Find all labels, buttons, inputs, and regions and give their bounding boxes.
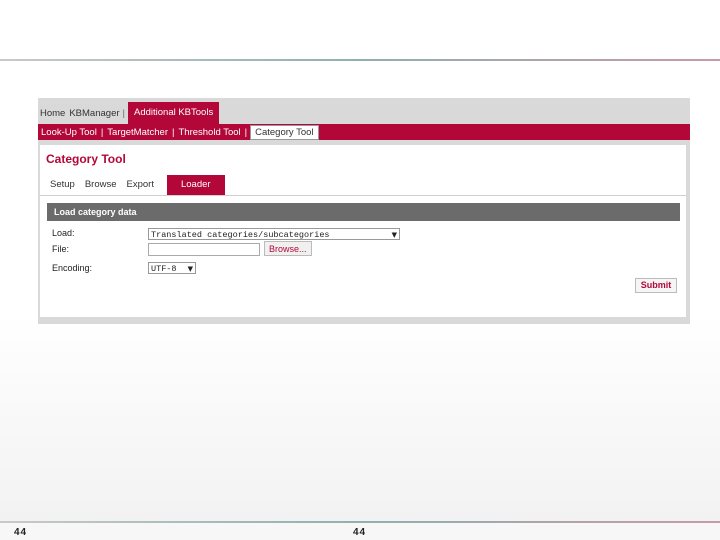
subnav-separator: |	[244, 126, 248, 138]
tab-setup[interactable]: Setup	[40, 175, 80, 195]
top-navigation: Home KBManager | Additional KBTools	[38, 98, 220, 124]
nav-kbmanager[interactable]: KBManager	[67, 107, 121, 121]
top-divider	[0, 59, 720, 61]
section-header: Load category data	[47, 203, 680, 221]
subnav-targetmatcher[interactable]: TargetMatcher	[104, 127, 171, 138]
tab-bar: Setup Browse Export Loader	[40, 175, 686, 196]
page-number-left: 44	[14, 527, 28, 538]
encoding-label: Encoding:	[52, 263, 93, 273]
file-label: File:	[52, 244, 70, 254]
sub-navigation: Look-Up Tool | TargetMatcher | Threshold…	[38, 124, 690, 140]
encoding-select-value: UTF-8	[151, 264, 177, 274]
load-select[interactable]: Translated categories/subcategories ▼	[148, 228, 400, 240]
tab-export[interactable]: Export	[122, 175, 159, 195]
submit-button[interactable]: Submit	[635, 278, 677, 293]
load-label: Load:	[52, 228, 75, 238]
subnav-category-tool[interactable]: Category Tool	[250, 124, 319, 140]
file-input[interactable]	[148, 243, 260, 256]
browse-button[interactable]: Browse...	[264, 241, 312, 256]
page-title: Category Tool	[46, 152, 126, 166]
subnav-threshold-tool[interactable]: Threshold Tool	[175, 127, 243, 138]
nav-additional-kbtools[interactable]: Additional KBTools	[127, 102, 220, 124]
nav-separator: |	[122, 108, 125, 119]
load-select-value: Translated categories/subcategories	[151, 230, 330, 240]
chevron-down-icon: ▼	[187, 265, 193, 273]
app-window: Home KBManager | Additional KBTools Look…	[38, 98, 690, 324]
content-panel: Category Tool Setup Browse Export Loader…	[40, 145, 686, 317]
tab-loader[interactable]: Loader	[166, 175, 225, 195]
tab-browse[interactable]: Browse	[80, 175, 122, 195]
subnav-lookup-tool[interactable]: Look-Up Tool	[38, 127, 100, 138]
chevron-down-icon: ▼	[391, 231, 397, 239]
encoding-select[interactable]: UTF-8 ▼	[148, 262, 196, 274]
page-number-center: 44	[353, 527, 367, 538]
nav-home[interactable]: Home	[38, 107, 67, 121]
